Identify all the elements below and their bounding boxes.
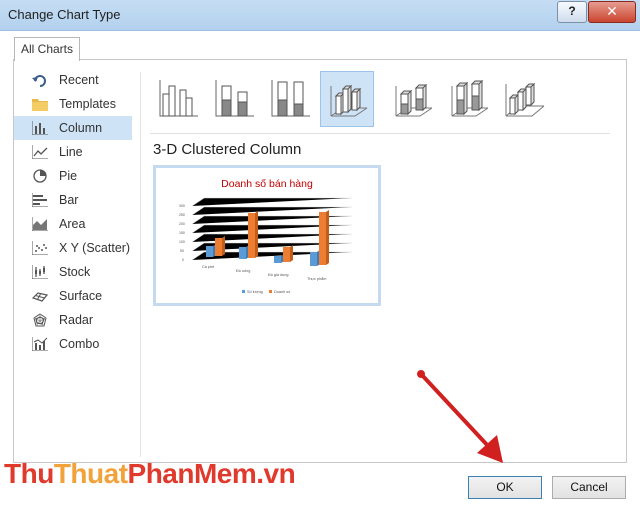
subtype-3d-column[interactable] [498, 72, 550, 126]
preview-category-labels: Cà phê Đồ uống Đồ gia dụng Thực phẩm [202, 265, 326, 281]
sidebar-item-surface[interactable]: Surface [14, 284, 132, 308]
sidebar-item-scatter[interactable]: X Y (Scatter) [14, 236, 132, 260]
svg-text:300: 300 [179, 204, 185, 208]
pie-chart-icon [33, 169, 47, 183]
preview-bar [319, 212, 326, 265]
sidebar-item-pie[interactable]: Pie [14, 164, 132, 188]
sidebar-item-label: Stock [59, 265, 91, 279]
preview-category-label: Thực phẩm [307, 277, 326, 281]
preview-category-label: Đồ uống [236, 269, 250, 273]
area-chart-icon [32, 217, 48, 231]
sidebar-item-bar[interactable]: Bar [14, 188, 132, 212]
sidebar-item-column[interactable]: Column [14, 116, 132, 140]
watermark-logo: ThuThuatPhanMem.vn [4, 458, 296, 489]
line-chart-icon [32, 145, 48, 159]
sidebar-item-area[interactable]: Area [14, 212, 132, 236]
stacked-column-icon [215, 80, 254, 117]
bar-chart-icon [32, 193, 48, 207]
surface-chart-icon [32, 292, 48, 302]
svg-text:100: 100 [179, 240, 185, 244]
svg-text:0: 0 [182, 258, 184, 262]
combo-chart-icon [32, 337, 48, 351]
sidebar-item-line[interactable]: Line [14, 140, 132, 164]
sidebar-item-label: Templates [59, 97, 116, 111]
sidebar-item-templates[interactable]: Templates [14, 92, 132, 116]
preview-chart-title: Doanh số bán hàng [221, 178, 313, 190]
annotation-arrow-icon [417, 370, 503, 463]
preview-bar [310, 252, 317, 266]
legend-entry: Số lượng [247, 290, 263, 294]
svg-text:200: 200 [179, 222, 185, 226]
preview-bar [248, 213, 255, 258]
subtype-3d-100-stacked-column[interactable] [442, 72, 494, 126]
subtype-100-stacked-column[interactable] [264, 72, 316, 126]
close-button[interactable]: ✕ [588, 1, 636, 23]
title-bar: Change Chart Type ? ✕ [0, 0, 640, 31]
preview-axis-ticks: 0 50 100 150 200 250 300 [179, 204, 185, 262]
sidebar-item-label: Radar [59, 313, 94, 327]
sidebar-item-radar[interactable]: Radar [14, 308, 132, 332]
sidebar-item-label: X Y (Scatter) [59, 241, 131, 255]
folder-icon [32, 99, 48, 111]
preview-chart: Doanh số bán hàng 0 50 100 150 200 250 300 Cà… [179, 178, 352, 294]
recent-icon [32, 75, 46, 87]
sidebar-item-label: Combo [59, 337, 100, 351]
sidebar-item-label: Column [59, 121, 103, 135]
sidebar-item-label: Area [59, 217, 86, 231]
clustered-column-icon [159, 80, 198, 117]
preview-category-label: Đồ gia dụng [268, 273, 288, 277]
sidebar-item-label: Pie [59, 169, 78, 183]
3d-stacked-column-icon [395, 83, 433, 117]
sidebar-item-label: Surface [59, 289, 103, 303]
3d-clustered-column-icon [330, 84, 368, 117]
sidebar-item-label: Line [59, 145, 83, 159]
sidebar-item-recent[interactable]: Recent [14, 68, 132, 92]
selected-subtype-title: 3-D Clustered Column [153, 141, 302, 158]
subtype-clustered-column[interactable] [152, 72, 204, 126]
sidebar-item-stock[interactable]: Stock [14, 260, 132, 284]
chart-category-list: Recent Templates Column Line Pie Bar Are… [14, 68, 132, 356]
preview-bar [283, 247, 290, 262]
scatter-chart-icon [32, 241, 48, 255]
3d-column-icon [505, 82, 545, 117]
vertical-divider [140, 72, 141, 457]
radar-chart-icon [33, 313, 47, 327]
window-title: Change Chart Type [8, 7, 121, 22]
svg-text:250: 250 [179, 213, 185, 217]
sidebar-item-label: Recent [59, 73, 99, 87]
preview-legend: Số lượng Doanh số [242, 290, 291, 294]
svg-text:50: 50 [180, 249, 184, 253]
stacked-100-column-icon [271, 80, 310, 117]
3d-stacked-100-column-icon [451, 79, 489, 117]
preview-bar [239, 247, 246, 259]
subtype-3d-stacked-column[interactable] [386, 72, 438, 126]
svg-text:150: 150 [179, 231, 185, 235]
sidebar-item-combo[interactable]: Combo [14, 332, 132, 356]
chart-preview: Doanh số bán hàng 0 50 100 150 200 250 300 Cà… [153, 165, 381, 306]
preview-bar [274, 256, 281, 263]
ok-button[interactable]: OK [468, 476, 542, 499]
horizontal-divider [150, 133, 610, 134]
help-button[interactable]: ? [557, 1, 587, 23]
preview-bar [206, 246, 213, 257]
tab-all-charts[interactable]: All Charts [14, 37, 80, 61]
preview-category-label: Cà phê [202, 265, 214, 269]
cancel-button[interactable]: Cancel [552, 476, 626, 499]
column-chart-icon [32, 121, 48, 135]
subtype-stacked-column[interactable] [208, 72, 260, 126]
legend-entry: Doanh số [274, 290, 291, 294]
sidebar-item-label: Bar [59, 193, 79, 207]
stock-chart-icon [32, 265, 48, 279]
preview-bar [215, 238, 222, 256]
subtype-3d-clustered-column[interactable] [320, 71, 374, 127]
